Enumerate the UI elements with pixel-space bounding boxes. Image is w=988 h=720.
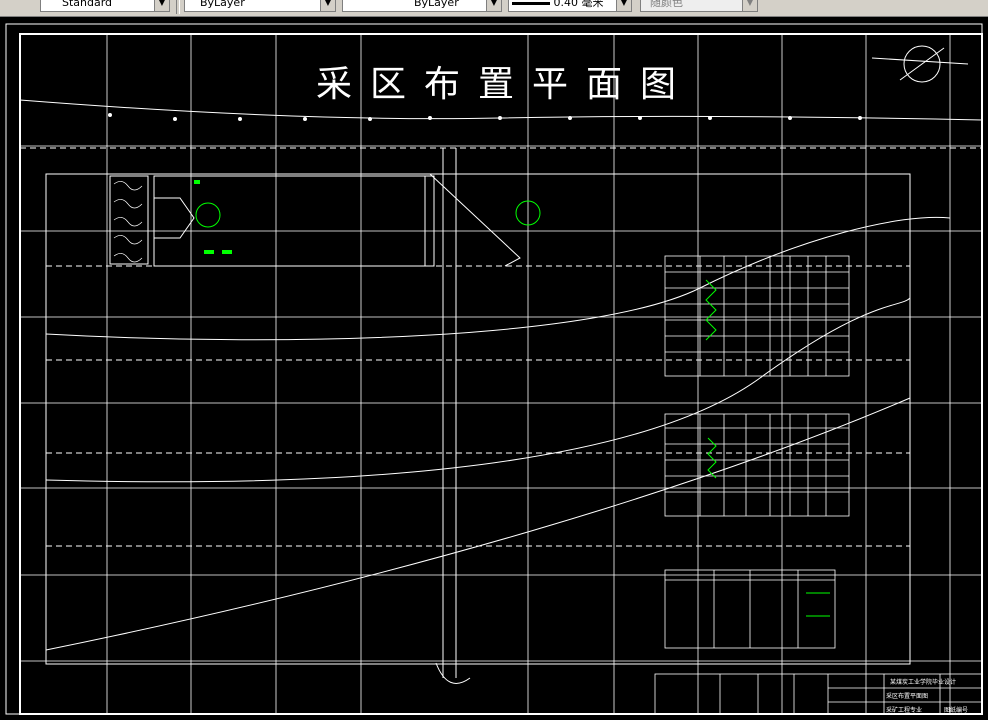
green-markers: [195, 200, 830, 617]
linetype-dropdown[interactable]: ByLayer ▼: [342, 0, 502, 12]
title-block-text: 某煤炭工业学院毕业设计 采区布置平面图 采矿工程专业 图纸编号: [886, 678, 968, 714]
north-arrow-icon: [871, 45, 969, 83]
title-char: 图: [640, 64, 676, 105]
plot-style-dropdown[interactable]: 随颜色 ▼: [640, 0, 758, 12]
title-char: 采: [316, 64, 352, 105]
outer-frame: [5, 23, 983, 715]
dashed-lines: [20, 147, 982, 547]
title-char: 面: [586, 64, 622, 105]
properties-toolbar: Standard ▼ ByLayer ▼ ByLayer ▼ 0.40 毫米 ▼…: [0, 0, 988, 17]
chevron-down-icon[interactable]: ▼: [616, 0, 631, 11]
drawing-svg: 采 区 布 置 平 面 图 某煤炭工业学院毕业设计 采区布置平面图 采矿工程专业…: [5, 23, 983, 715]
title-char: 布: [424, 64, 460, 105]
title-char: 置: [478, 64, 514, 105]
text-style-dropdown[interactable]: Standard ▼: [40, 0, 170, 12]
lineweight-dropdown[interactable]: 0.40 毫米 ▼: [508, 0, 632, 12]
green-equipment-icons: [194, 180, 232, 254]
chevron-down-icon[interactable]: ▼: [154, 0, 169, 11]
drawing-title: 采 区 布 置 平 面 图: [316, 64, 676, 105]
toolbar-separator: [176, 0, 180, 14]
face-arrow: [154, 197, 195, 239]
inner-frame: [19, 33, 983, 715]
grid-horizontals: [20, 145, 982, 662]
coal-seam-curve-3: [45, 397, 911, 651]
layer-value: ByLayer: [200, 0, 245, 9]
linetype-value: ByLayer: [414, 0, 459, 9]
equipment-table-2: [664, 413, 850, 517]
chevron-down-icon[interactable]: ▼: [486, 0, 501, 11]
shaft-bottom: [435, 662, 471, 684]
lineweight-swatch: [512, 1, 550, 5]
drawing-canvas[interactable]: 采 区 布 置 平 面 图 某煤炭工业学院毕业设计 采区布置平面图 采矿工程专业…: [0, 18, 988, 716]
drawing-name: 采区布置平面图: [886, 692, 928, 700]
equipment-table-1: [664, 255, 850, 377]
school-name: 某煤炭工业学院毕业设计: [890, 678, 956, 686]
coal-seam-curve-2: [45, 297, 911, 483]
lineweight-value: 0.40 毫米: [553, 0, 604, 9]
text-style-value: Standard: [62, 0, 113, 9]
plot-style-value: 随颜色: [650, 0, 683, 9]
mining-boundary: [45, 173, 911, 665]
title-char: 平: [532, 64, 568, 105]
title-char: 区: [370, 64, 406, 105]
chevron-down-icon[interactable]: ▼: [320, 0, 335, 11]
goaf-hatch: [113, 181, 143, 263]
layer-dropdown[interactable]: ByLayer ▼: [184, 0, 336, 12]
working-face: [153, 175, 435, 267]
goaf-area: [109, 175, 149, 265]
sheet-number: 图纸编号: [944, 706, 968, 714]
grid-verticals: [106, 34, 951, 714]
chevron-down-icon[interactable]: ▼: [742, 0, 757, 11]
legend-table: [664, 569, 836, 649]
author-name: 采矿工程专业: [886, 706, 922, 714]
